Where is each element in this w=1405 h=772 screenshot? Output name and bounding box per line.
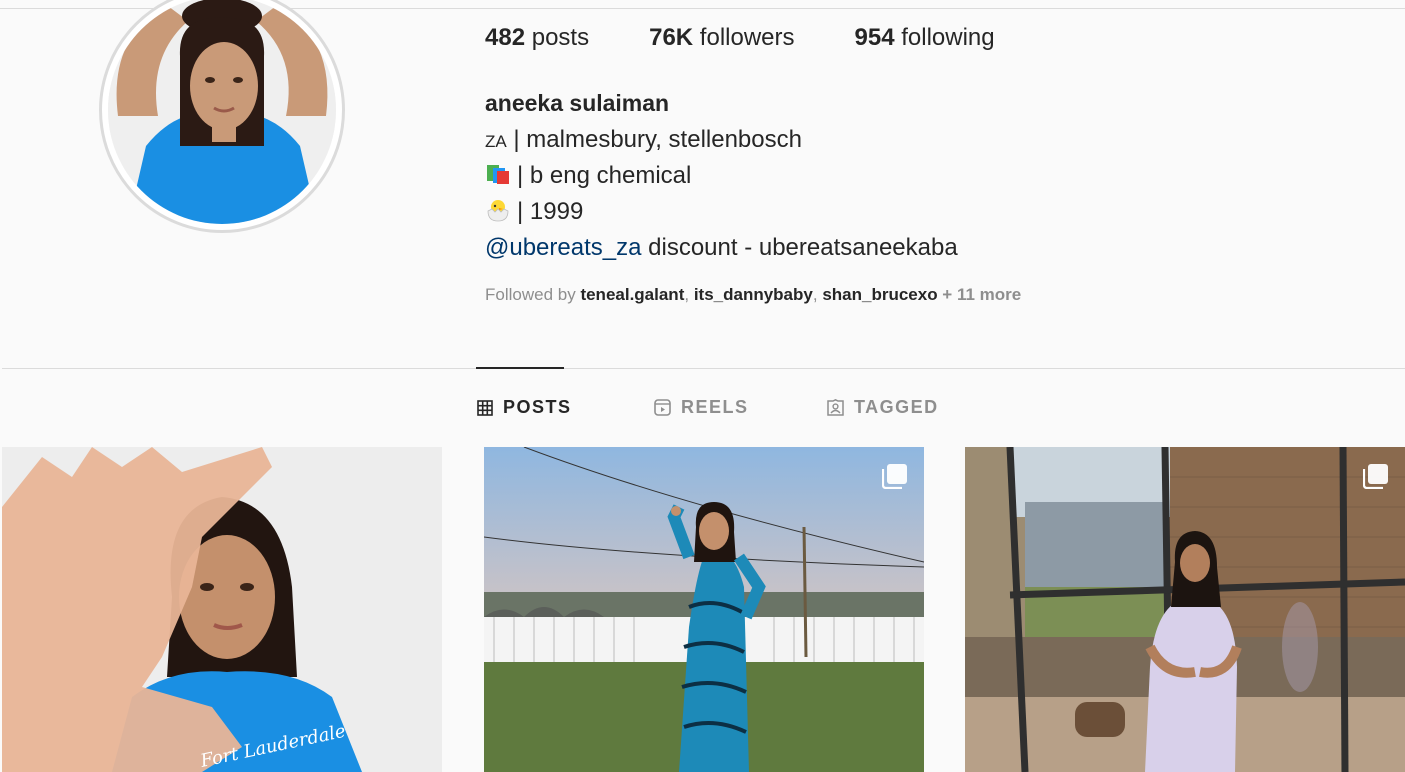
followed-by[interactable]: Followed by teneal.galant, its_dannybaby…: [485, 285, 1021, 305]
post-thumbnail[interactable]: Fort Lauderdale: [2, 447, 442, 772]
tabs-divider: [2, 368, 1405, 369]
active-tab-indicator: [476, 367, 564, 369]
tab-tagged[interactable]: TAGGED: [827, 397, 939, 418]
separator: ,: [684, 285, 694, 304]
bio-location: ZA | malmesbury, stellenbosch: [485, 126, 802, 154]
flag-za: ZA: [485, 132, 507, 151]
avatar-photo: [108, 0, 336, 224]
following-count: 954: [854, 24, 895, 51]
tab-tagged-label: TAGGED: [854, 397, 939, 417]
followers-stat[interactable]: 76K followers: [649, 24, 794, 52]
follower-link-3[interactable]: shan_brucexo: [822, 285, 937, 304]
profile-stats: 482 posts 76K followers 954 following: [485, 24, 1055, 52]
grid-icon: [477, 399, 493, 416]
bio-promo-text: discount - ubereatsaneekaba: [641, 234, 958, 261]
post-thumbnail[interactable]: [965, 447, 1405, 772]
post-image: [965, 447, 1405, 772]
multiple-photos-icon: [1363, 464, 1388, 489]
followed-by-prefix: Followed by: [485, 285, 581, 304]
avatar[interactable]: [108, 0, 336, 224]
following-stat[interactable]: 954 following: [855, 24, 995, 52]
hatching-chick-icon: [485, 198, 511, 229]
posts-count: 482: [485, 24, 526, 51]
tagged-icon: [827, 399, 844, 416]
followers-label: followers: [699, 24, 795, 51]
bio-location-text: | malmesbury, stellenbosch: [506, 126, 802, 153]
post-image: [484, 447, 924, 772]
bio-year-text: | 1999: [517, 198, 584, 225]
tab-reels-label: REELS: [681, 397, 749, 417]
bio-education: | b eng chemical: [485, 162, 691, 193]
tab-posts[interactable]: POSTS: [477, 397, 572, 418]
separator: ,: [812, 285, 823, 304]
posts-stat: 482 posts: [485, 24, 589, 52]
tab-posts-label: POSTS: [503, 397, 572, 417]
profile-name: aneeka sulaiman: [485, 90, 670, 116]
multiple-photos-icon: [882, 464, 907, 489]
mention-link[interactable]: @ubereats_za: [485, 234, 641, 261]
bio-promo: @ubereats_za discount - ubereatsaneekaba: [485, 234, 958, 262]
more-followers[interactable]: + 11 more: [938, 285, 1021, 304]
tab-reels[interactable]: REELS: [654, 397, 749, 418]
followers-count: 76K: [649, 24, 694, 51]
post-thumbnail[interactable]: [484, 447, 924, 772]
books-icon: [485, 162, 511, 193]
bio-year: | 1999: [485, 198, 583, 229]
bio-education-text: | b eng chemical: [517, 162, 692, 189]
follower-link-1[interactable]: teneal.galant: [580, 285, 684, 304]
posts-label: posts: [531, 24, 590, 51]
reels-icon: [654, 399, 671, 416]
follower-link-2[interactable]: its_dannybaby: [694, 285, 813, 304]
post-image: Fort Lauderdale: [2, 447, 442, 772]
following-label: following: [901, 24, 995, 51]
